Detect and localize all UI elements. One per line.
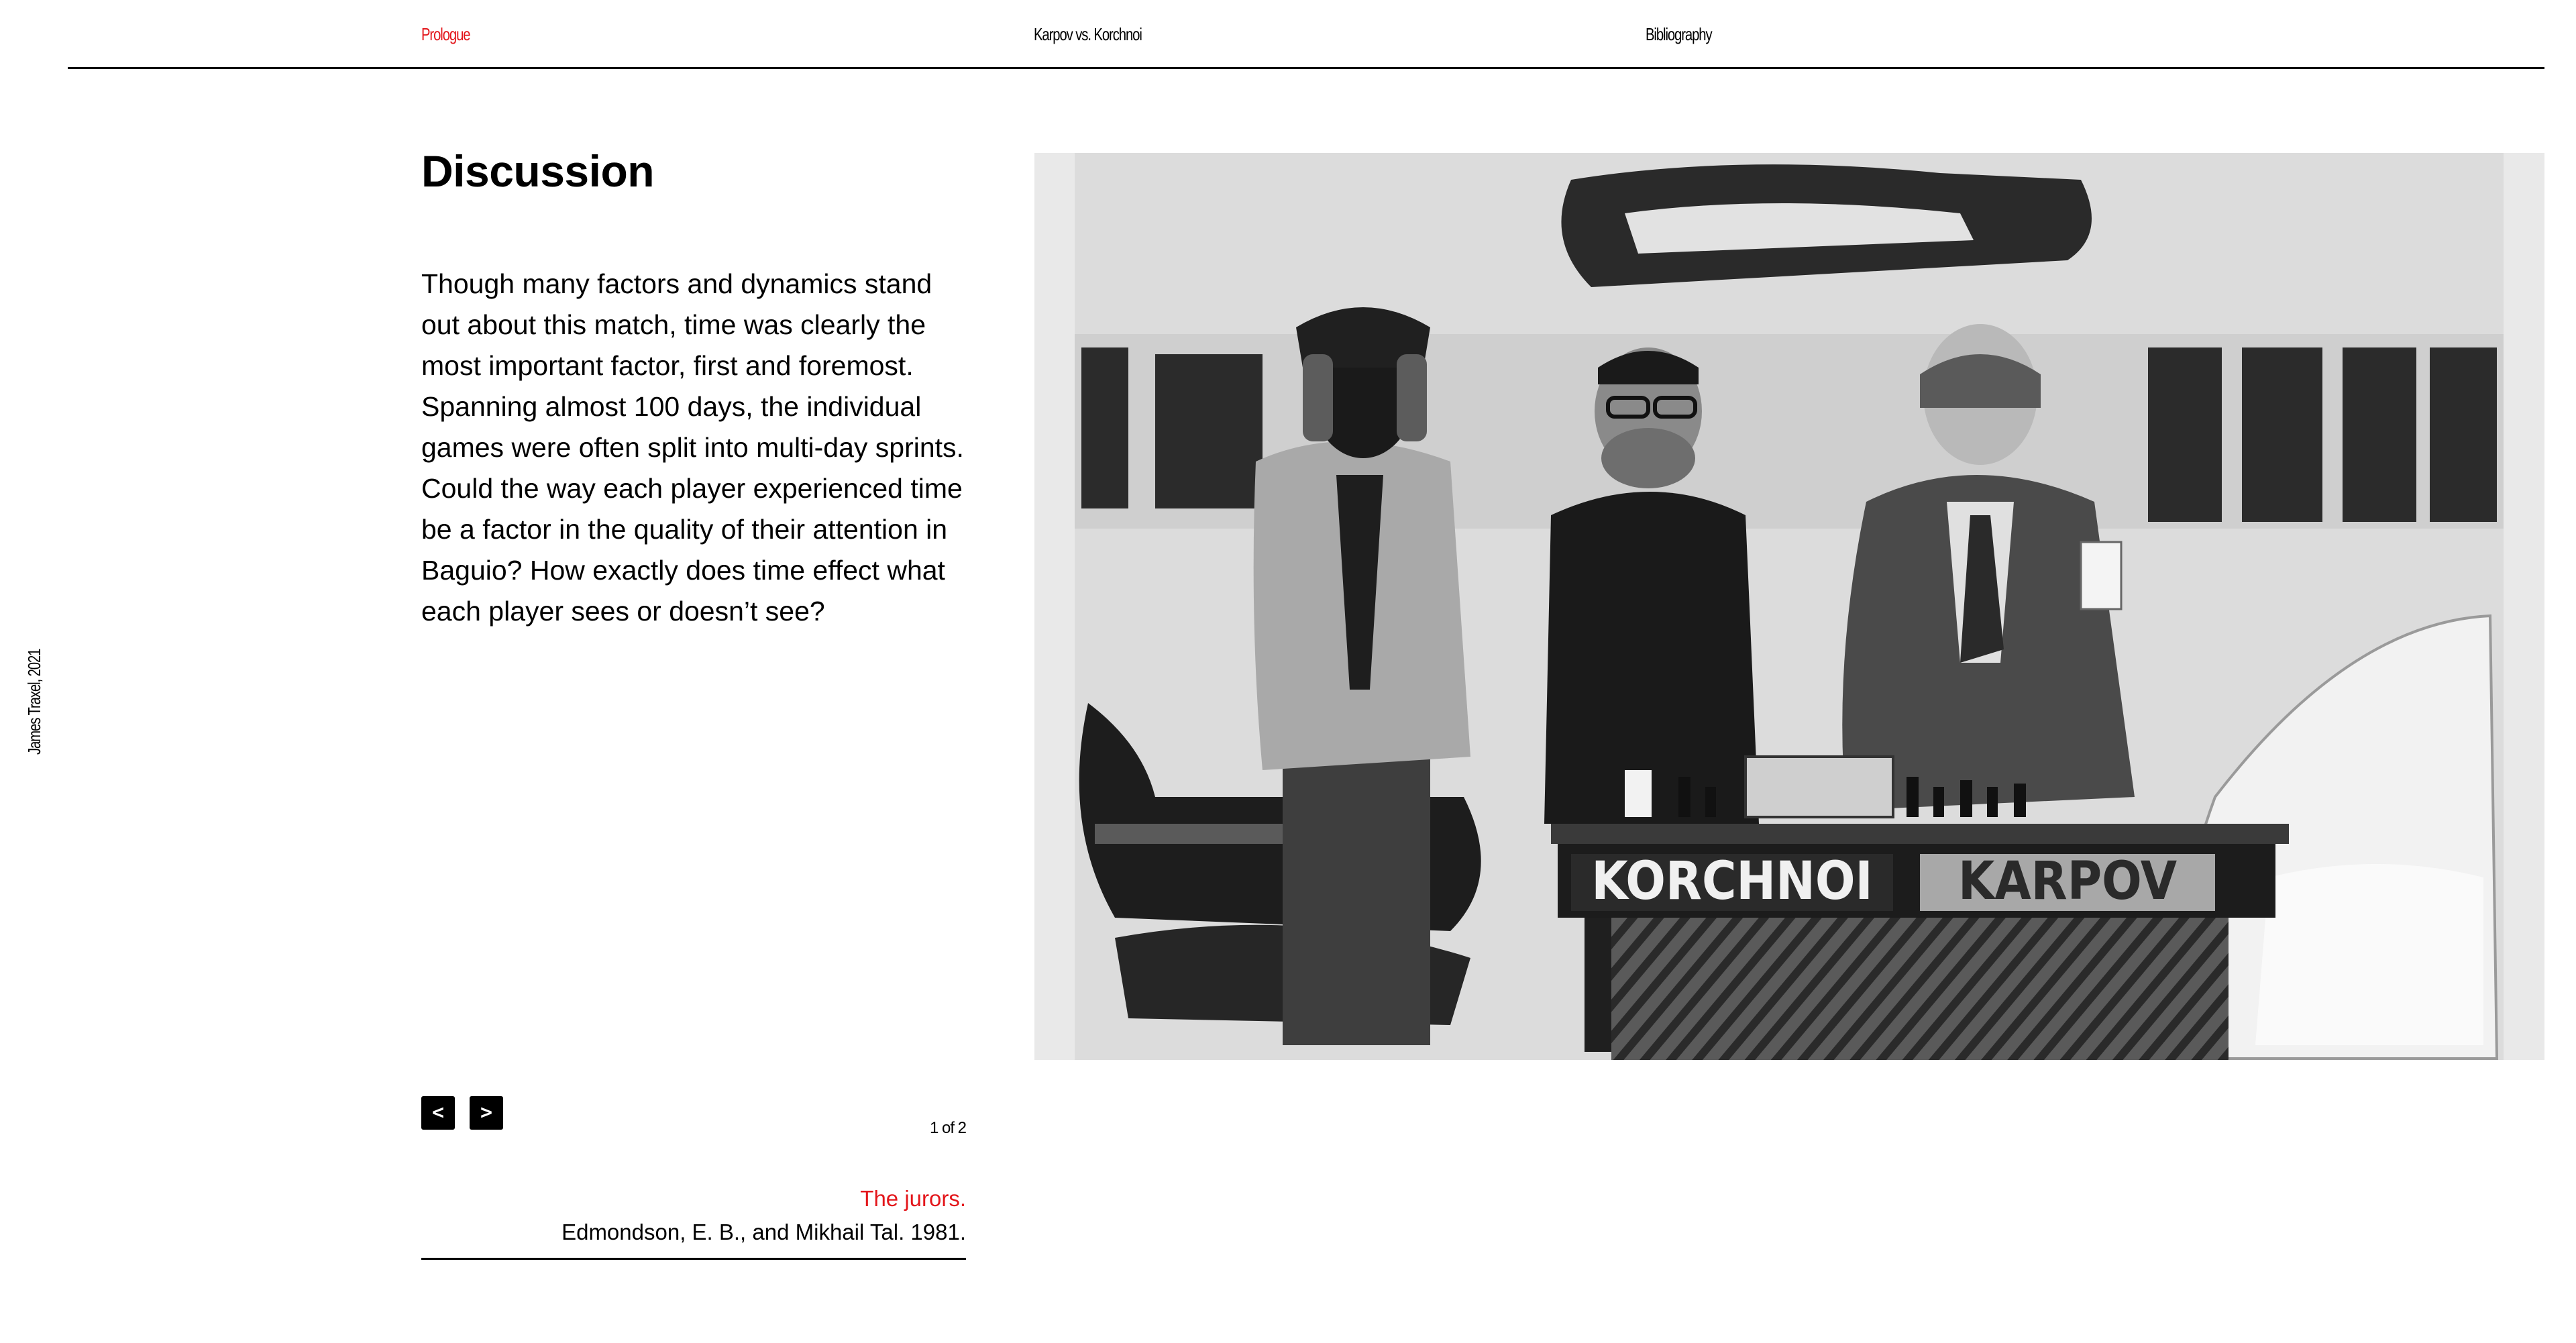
slide-counter: 1 of 2 bbox=[929, 1119, 967, 1137]
jurors-photo: KORCHNOI KARPOV bbox=[1034, 153, 2544, 1060]
nav-link-prologue[interactable]: Prologue bbox=[421, 24, 471, 45]
jurors-photo-illustration: KORCHNOI KARPOV bbox=[1034, 153, 2544, 1060]
header-divider bbox=[68, 67, 2544, 69]
caption-source: Edmondson, E. B., and Mikhail Tal. 1981. bbox=[561, 1220, 966, 1244]
korchnoi-nameplate: KORCHNOI bbox=[1591, 851, 1872, 912]
karpov-nameplate: KARPOV bbox=[1958, 851, 2177, 912]
top-navigation: Prologue Karpov vs. Korchnoi Bibliograph… bbox=[421, 24, 1964, 51]
previous-slide-button[interactable]: < bbox=[421, 1096, 455, 1130]
next-slide-button[interactable]: > bbox=[470, 1096, 503, 1130]
nav-link-karpov-vs-korchnoi[interactable]: Karpov vs. Korchnoi bbox=[1034, 24, 1142, 45]
author-credit: James Traxel, 2021 bbox=[24, 649, 44, 755]
nav-link-bibliography[interactable]: Bibliography bbox=[1646, 24, 1713, 45]
caption-title: The jurors. bbox=[860, 1186, 966, 1211]
discussion-paragraph: Though many factors and dynamics stand o… bbox=[421, 268, 964, 627]
caption-divider bbox=[421, 1258, 966, 1260]
section-heading: Discussion bbox=[421, 146, 655, 196]
image-caption: The jurors. Edmondson, E. B., and Mikhai… bbox=[421, 1182, 966, 1249]
